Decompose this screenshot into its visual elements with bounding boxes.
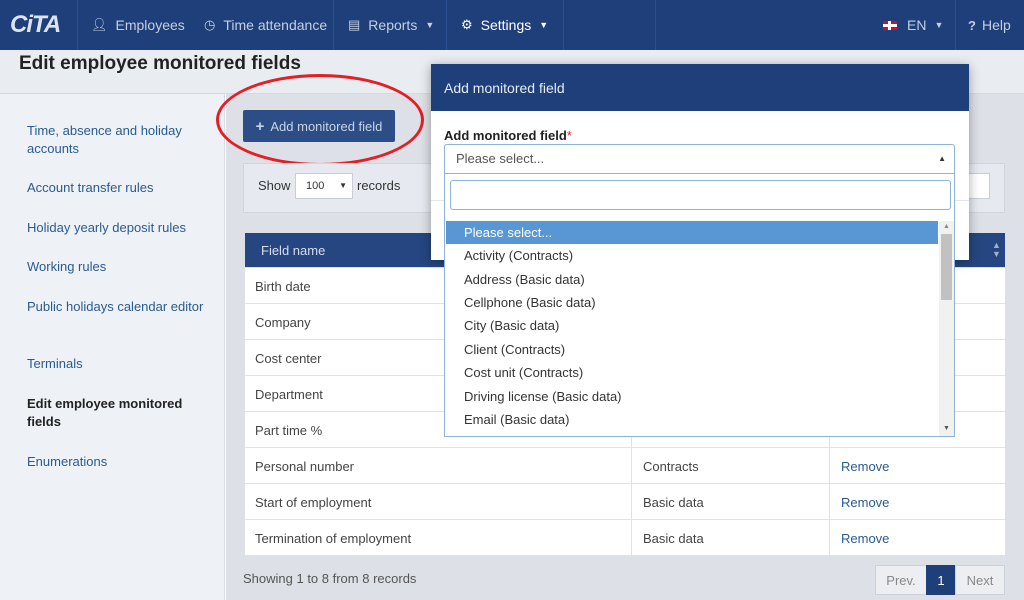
remove-link[interactable]: Remove: [841, 495, 889, 510]
cell-divider: [631, 448, 632, 484]
pagination-page-1[interactable]: 1: [926, 565, 956, 595]
column-header-field-name[interactable]: Field name: [261, 243, 325, 258]
question-icon: ?: [968, 17, 976, 33]
nav-divider: [446, 0, 447, 50]
scrollbar-thumb[interactable]: [941, 234, 952, 300]
caret-down-icon: ▼: [339, 181, 347, 190]
records-label: records: [357, 178, 401, 193]
page-size-select[interactable]: 100 ▼: [295, 173, 353, 199]
uk-flag-icon: [883, 20, 897, 30]
field-group-cell: Contracts: [643, 459, 699, 474]
dropdown-option[interactable]: City (Basic data): [446, 314, 938, 337]
records-info: Showing 1 to 8 from 8 records: [243, 571, 417, 586]
caret-down-icon: ▼: [539, 20, 549, 30]
remove-link[interactable]: Remove: [841, 531, 889, 546]
nav-divider: [955, 0, 956, 50]
caret-down-icon: ▼: [934, 20, 944, 30]
monitored-field-select-value: Please select...: [456, 151, 545, 166]
required-marker: *: [566, 128, 572, 143]
language-selector[interactable]: EN ▼: [883, 0, 943, 50]
dropdown-search-input[interactable]: [450, 180, 951, 210]
dropdown-option[interactable]: Email (Basic data): [446, 408, 938, 431]
cell-divider: [829, 484, 830, 520]
nav-employees[interactable]: 👤︎ Employees: [91, 0, 185, 50]
help-link[interactable]: ? Help: [968, 0, 1011, 50]
dialog-title: Add monitored field: [431, 64, 969, 111]
table-row: Personal number Contracts Remove: [245, 448, 1005, 484]
print-icon: ▤: [348, 17, 361, 32]
caret-down-icon: ▼: [425, 20, 435, 30]
cell-divider: [829, 448, 830, 484]
cell-divider: [631, 520, 632, 556]
nav-divider: [563, 0, 564, 50]
sidebar-item-holiday-deposit-rules[interactable]: Holiday yearly deposit rules: [27, 219, 207, 237]
cell-divider: [631, 484, 632, 520]
field-name-cell: Company: [255, 315, 311, 330]
field-name-cell: Start of employment: [255, 495, 372, 510]
user-icon: 👤︎: [91, 17, 108, 32]
sidebar-item-terminals[interactable]: Terminals: [27, 355, 207, 373]
sidebar-item-monitored-fields[interactable]: Edit employee monitored fields: [27, 395, 207, 431]
app-logo[interactable]: CiTA: [10, 11, 61, 39]
language-label: EN: [907, 17, 927, 33]
show-label: Show: [258, 178, 291, 193]
nav-reports-label: Reports: [368, 17, 418, 33]
help-label: Help: [981, 17, 1011, 33]
scroll-up-icon[interactable]: ▲: [943, 223, 950, 230]
nav-divider: [655, 0, 656, 50]
table-row: Start of employment Basic data Remove: [245, 484, 1005, 520]
field-name-cell: Cost center: [255, 351, 322, 366]
pagination-prev-button[interactable]: Prev.: [875, 565, 927, 595]
sidebar-item-enumerations[interactable]: Enumerations: [27, 453, 207, 471]
remove-link[interactable]: Remove: [841, 459, 889, 474]
field-name-cell: Part time %: [255, 423, 323, 438]
dropdown-options-list: Please select... Activity (Contracts) Ad…: [446, 221, 938, 436]
annotation-circle: [216, 74, 424, 166]
sidebar-item-working-rules[interactable]: Working rules: [27, 258, 207, 276]
monitored-field-select[interactable]: Please select... ▲: [444, 144, 955, 174]
field-label-text: Add monitored field: [444, 128, 567, 143]
sort-icon[interactable]: ▲ ▼: [992, 241, 1001, 259]
page-title: Edit employee monitored fields: [19, 53, 301, 74]
dropdown-option[interactable]: Cost unit (Contracts): [446, 361, 938, 384]
field-name-cell: Birth date: [255, 279, 311, 294]
scroll-down-icon[interactable]: ▼: [943, 425, 950, 432]
dropdown-option[interactable]: Address (Basic data): [446, 268, 938, 291]
field-label: Add monitored field*: [444, 128, 572, 143]
sidebar-item-holidays-calendar[interactable]: Public holidays calendar editor: [27, 298, 207, 316]
sidebar: [0, 94, 225, 600]
nav-reports[interactable]: ▤ Reports ▼: [348, 0, 434, 50]
dropdown-option[interactable]: Client (Contracts): [446, 338, 938, 361]
sidebar-item-account-transfer-rules[interactable]: Account transfer rules: [27, 179, 207, 197]
caret-up-icon: ▲: [938, 154, 946, 163]
field-group-cell: Basic data: [643, 531, 704, 546]
nav-time-attendance[interactable]: ◷ Time attendance: [204, 0, 327, 50]
monitored-field-dropdown: Please select... Activity (Contracts) Ad…: [444, 174, 955, 437]
table-row: Termination of employment Basic data Rem…: [245, 520, 1005, 556]
gear-icon: ⚙: [461, 17, 473, 32]
nav-divider: [333, 0, 334, 50]
nav-time-attendance-label: Time attendance: [223, 17, 328, 33]
field-name-cell: Personal number: [255, 459, 354, 474]
dropdown-option[interactable]: Please select...: [446, 221, 938, 244]
top-navbar: CiTA 👤︎ Employees ◷ Time attendance ▤ Re…: [0, 0, 1024, 50]
pagination-next-button[interactable]: Next: [955, 565, 1005, 595]
clock-icon: ◷: [204, 17, 216, 32]
cell-divider: [829, 520, 830, 556]
dropdown-option[interactable]: Driving license (Basic data): [446, 385, 938, 408]
nav-settings-label: Settings: [480, 17, 532, 33]
sidebar-item-accounts[interactable]: Time, absence and holiday accounts: [27, 122, 207, 158]
dropdown-option[interactable]: Activity (Contracts): [446, 244, 938, 267]
field-group-cell: Basic data: [643, 495, 704, 510]
nav-employees-label: Employees: [115, 17, 185, 33]
dropdown-option[interactable]: Cellphone (Basic data): [446, 291, 938, 314]
field-name-cell: Department: [255, 387, 323, 402]
nav-divider: [77, 0, 78, 50]
page-size-value: 100: [306, 180, 325, 192]
dropdown-scrollbar[interactable]: ▲ ▼: [939, 221, 954, 436]
field-name-cell: Termination of employment: [255, 531, 412, 546]
nav-settings[interactable]: ⚙ Settings ▼: [461, 0, 548, 50]
